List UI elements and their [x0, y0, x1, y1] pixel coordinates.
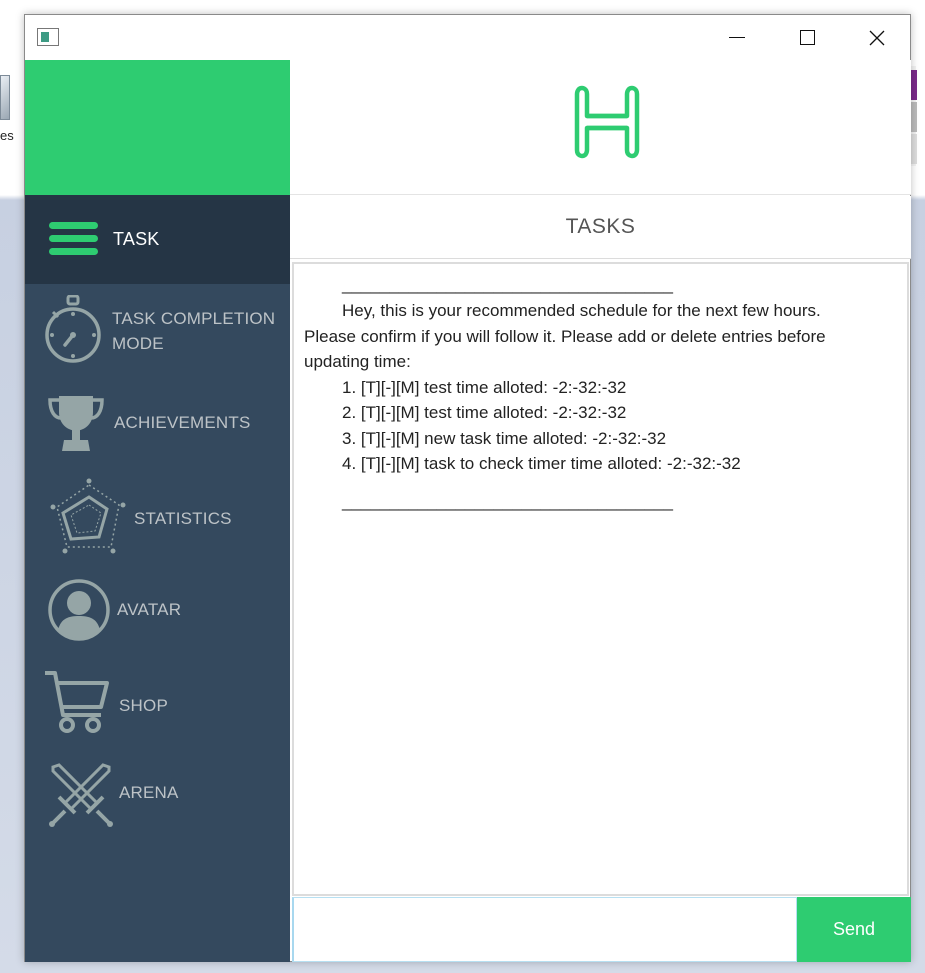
sidebar-item-label: ARENA	[119, 783, 179, 802]
message-input[interactable]	[292, 897, 797, 962]
sidebar-item-shop[interactable]: SHOP	[25, 669, 290, 739]
schedule-entry: 4. [T][-][M] task to check timer time al…	[342, 454, 741, 473]
user-avatar-icon	[48, 579, 110, 641]
crossed-swords-icon	[49, 763, 113, 827]
separator-line: ___________________________________	[342, 491, 673, 511]
schedule-entry: 2. [T][-][M] test time alloted: -2:-32:-…	[342, 403, 627, 422]
background-label: es	[0, 128, 14, 143]
close-icon	[869, 30, 885, 45]
sidebar-item-statistics[interactable]: STATISTICS	[25, 477, 290, 557]
sidebar-item-arena[interactable]: ARENA	[25, 761, 290, 831]
minimize-icon	[729, 37, 745, 38]
separator-line: ___________________________________	[342, 275, 673, 294]
background-app-icon	[0, 75, 10, 120]
shopping-cart-icon	[45, 671, 109, 733]
title-bar	[25, 15, 910, 60]
maximize-icon	[799, 30, 815, 45]
sidebar-item-avatar[interactable]: AVATAR	[25, 578, 290, 648]
h-logo-icon	[574, 85, 640, 159]
sidebar: TASK TASK COMPLETION MODE ACHIEVEMENTS S…	[25, 195, 290, 962]
chat-text-line: Please confirm if you will follow it. Pl…	[304, 326, 826, 346]
sidebar-banner	[25, 60, 290, 195]
page-title: TASKS	[290, 196, 911, 259]
close-button[interactable]	[842, 15, 912, 60]
sidebar-item-task[interactable]: TASK	[25, 195, 290, 284]
send-button[interactable]: Send	[797, 897, 911, 962]
stopwatch-icon	[45, 295, 101, 363]
sidebar-item-achievements[interactable]: ACHIEVEMENTS	[25, 393, 290, 463]
hamburger-menu-icon	[49, 222, 98, 255]
sidebar-item-label: TASK	[113, 229, 160, 249]
sidebar-item-label: AVATAR	[117, 600, 182, 619]
radar-chart-icon	[50, 478, 126, 554]
sidebar-item-label: STATISTICS	[134, 509, 232, 528]
app-icon	[37, 28, 59, 46]
sidebar-item-task-completion-mode[interactable]: TASK COMPLETION MODE	[25, 295, 290, 375]
sidebar-item-label: TASK COMPLETION	[112, 309, 276, 328]
sidebar-item-label: ACHIEVEMENTS	[114, 413, 251, 432]
chat-text-line: updating time:	[304, 352, 411, 371]
message-bar: Send	[292, 897, 911, 962]
minimize-button[interactable]	[702, 15, 772, 60]
chat-log: ___________________________________ Hey,…	[292, 262, 909, 896]
app-window: TASK TASK COMPLETION MODE ACHIEVEMENTS S…	[24, 14, 911, 962]
app-header	[290, 60, 911, 195]
schedule-entry: 1. [T][-][M] test time alloted: -2:-32:-…	[342, 377, 627, 397]
maximize-button[interactable]	[772, 15, 842, 60]
sidebar-item-label: SHOP	[119, 696, 168, 715]
chat-text-line: Hey, this is your recommended schedule f…	[342, 301, 821, 320]
schedule-entry: 3. [T][-][M] new task time alloted: -2:-…	[342, 428, 667, 448]
trophy-icon	[48, 396, 104, 451]
sidebar-item-label-line2: MODE	[112, 334, 164, 353]
